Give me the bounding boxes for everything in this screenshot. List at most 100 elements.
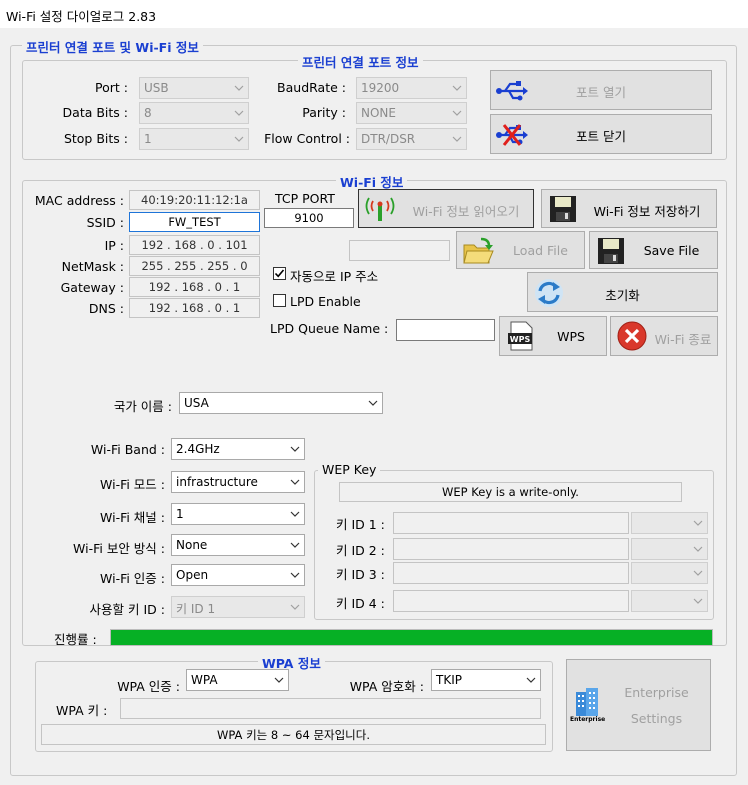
enterprise-icon-caption: Enterprise	[570, 716, 606, 723]
baudrate-select[interactable]: 19200	[356, 77, 467, 99]
wpa-encryption-select[interactable]: TKIP	[431, 669, 541, 691]
svg-text:WPS: WPS	[510, 335, 531, 344]
wifi-channel-select-value: 1	[176, 507, 184, 521]
wep-key2-input[interactable]	[393, 538, 629, 560]
wifi-auth-label: Wi-Fi 인증 :	[100, 571, 165, 586]
wifi-channel-label: Wi-Fi 채널 :	[100, 510, 165, 525]
tcp-port-input[interactable]: 9100	[264, 208, 354, 228]
databits-select[interactable]: 8	[139, 102, 249, 124]
stopbits-label: Stop Bits :	[63, 131, 128, 146]
wep-key4-label: 키 ID 4 :	[336, 596, 385, 611]
progress-label: 진행률 :	[54, 632, 97, 647]
port-select[interactable]: USB	[139, 77, 249, 99]
wep-key4-select[interactable]	[631, 590, 708, 612]
wps-button[interactable]: WPS WPS	[499, 316, 607, 356]
ip-address-field[interactable]: 192 . 168 . 0 . 101	[129, 235, 260, 255]
auto-ip-checkbox[interactable]	[273, 267, 286, 280]
databits-label: Data Bits :	[62, 105, 128, 120]
wep-key3-input[interactable]	[393, 562, 629, 584]
netmask-field[interactable]: 255 . 255 . 255 . 0	[129, 256, 260, 276]
chevron-down-icon	[290, 602, 300, 612]
auto-ip-label: 자동으로 IP 주소	[290, 269, 379, 284]
parity-select-value: NONE	[361, 106, 396, 120]
key-id-select[interactable]: 키 ID 1	[171, 596, 305, 618]
floppy-disk-icon	[594, 235, 628, 267]
baudrate-label: BaudRate :	[277, 80, 346, 95]
baudrate-select-value: 19200	[361, 81, 400, 95]
wifi-security-label: Wi-Fi 보안 방식 :	[73, 541, 165, 556]
wifi-antenna-icon	[363, 193, 397, 225]
flowcontrol-select[interactable]: DTR/DSR	[356, 128, 467, 150]
reset-button[interactable]: 초기화	[527, 272, 718, 312]
wifi-exit-label: Wi-Fi 종료	[654, 332, 712, 347]
progress-bar	[110, 629, 713, 646]
dns-field[interactable]: 192 . 168 . 0 . 1	[129, 298, 260, 318]
load-file-button[interactable]: Load File	[456, 231, 585, 269]
chevron-down-icon	[290, 444, 300, 454]
wep-group-title: WEP Key	[318, 462, 381, 477]
wifi-mode-select[interactable]: infrastructure	[171, 471, 305, 493]
chevron-down-icon	[693, 518, 703, 528]
load-file-label: Load File	[513, 243, 568, 258]
wep-key3-label: 키 ID 3 :	[336, 567, 385, 582]
dns-label: DNS :	[88, 301, 124, 316]
country-select[interactable]: USA	[179, 392, 383, 414]
wep-key1-select[interactable]	[631, 512, 708, 534]
lpd-queue-input[interactable]	[396, 319, 495, 341]
open-port-button[interactable]: 포트 열기	[490, 70, 712, 110]
file-name-field	[349, 240, 450, 261]
checkmark-icon	[274, 269, 285, 278]
read-wifi-button[interactable]: Wi-Fi 정보 읽어오기	[358, 189, 534, 228]
wep-notice: WEP Key is a write-only.	[339, 482, 682, 502]
save-wifi-button[interactable]: Wi-Fi 정보 저장하기	[541, 189, 717, 228]
title-bar[interactable]: Wi-Fi 설정 다이얼로그 2.83	[0, 0, 748, 28]
chevron-down-icon	[693, 568, 703, 578]
stopbits-select[interactable]: 1	[139, 128, 249, 150]
wps-document-icon: WPS	[504, 320, 538, 352]
wps-label: WPS	[557, 329, 585, 344]
wep-key1-input[interactable]	[393, 512, 629, 534]
key-id-label: 사용할 키 ID :	[89, 602, 165, 617]
lpd-queue-label: LPD Queue Name :	[270, 321, 389, 336]
chevron-down-icon	[290, 477, 300, 487]
tcp-port-label: TCP PORT	[275, 191, 335, 206]
chevron-down-icon	[693, 596, 703, 606]
lpd-enable-checkbox[interactable]	[273, 294, 286, 307]
wifi-exit-button[interactable]: Wi-Fi 종료	[610, 316, 718, 356]
ip-label: IP :	[104, 238, 124, 253]
chevron-down-icon	[274, 675, 284, 685]
gateway-field[interactable]: 192 . 168 . 0 . 1	[129, 277, 260, 297]
wpa-auth-select-value: WPA	[191, 673, 218, 687]
wpa-encryption-label: WPA 암호화 :	[349, 679, 424, 694]
enterprise-settings-button[interactable]: Enterprise Enterprise Settings	[566, 659, 711, 751]
port-select-value: USB	[144, 81, 169, 95]
read-wifi-label: Wi-Fi 정보 읽어오기	[412, 204, 520, 219]
wifi-channel-select[interactable]: 1	[171, 503, 305, 525]
save-file-button[interactable]: Save File	[589, 231, 718, 269]
enterprise-label-line2: Settings	[630, 711, 683, 726]
wpa-key-notice: WPA 키는 8 ~ 64 문자입니다.	[41, 724, 546, 745]
chevron-down-icon	[234, 108, 244, 118]
floppy-disk-icon	[546, 193, 580, 225]
wep-key4-input[interactable]	[393, 590, 629, 612]
key-id-select-value: 키 ID 1	[176, 602, 216, 616]
wpa-auth-select[interactable]: WPA	[186, 669, 289, 691]
wifi-security-select[interactable]: None	[171, 534, 305, 556]
ssid-label: SSID :	[86, 215, 124, 230]
wpa-auth-label: WPA 인증 :	[117, 679, 180, 694]
close-circle-icon	[615, 320, 649, 352]
chevron-down-icon	[234, 83, 244, 93]
mac-label: MAC address :	[34, 193, 124, 208]
parity-select[interactable]: NONE	[356, 102, 467, 124]
flowcontrol-label: Flow Control :	[264, 131, 350, 146]
wifi-band-select[interactable]: 2.4GHz	[171, 438, 305, 460]
ssid-input[interactable]: FW_TEST	[129, 212, 260, 232]
wpa-key-input[interactable]	[120, 698, 541, 719]
close-port-button[interactable]: 포트 닫기	[490, 114, 712, 154]
wep-key2-select[interactable]	[631, 538, 708, 560]
wep-key2-label: 키 ID 2 :	[336, 543, 385, 558]
wep-key3-select[interactable]	[631, 562, 708, 584]
close-port-label: 포트 닫기	[576, 129, 626, 144]
wifi-auth-select[interactable]: Open	[171, 564, 305, 586]
chevron-down-icon	[290, 570, 300, 580]
